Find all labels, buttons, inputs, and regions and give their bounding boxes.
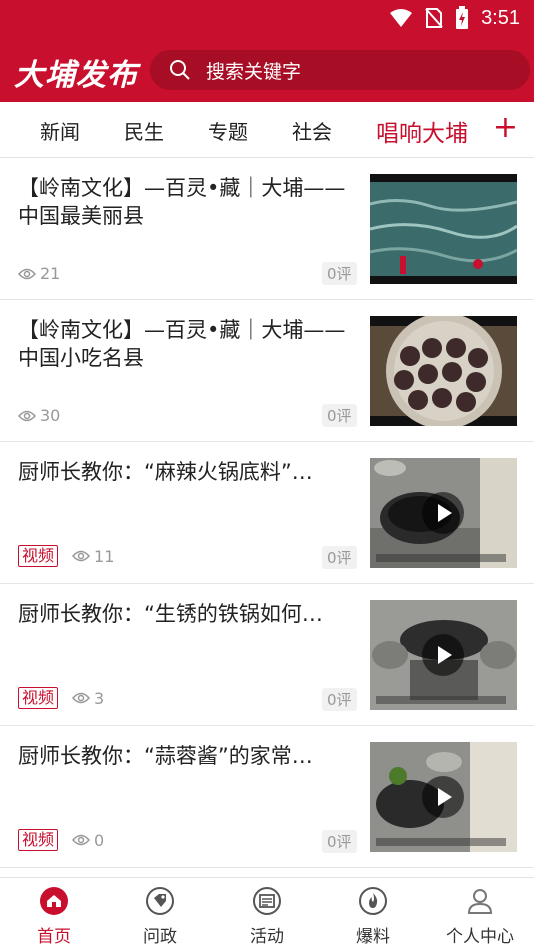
nav-report-label: 爆料 xyxy=(356,927,390,947)
nav-inquiry[interactable]: 问政 xyxy=(120,886,200,947)
article-card[interactable]: 厨师长教你：“麻辣火锅底料”… 视频 11 0评 xyxy=(0,442,534,584)
tab-news[interactable]: 新闻 xyxy=(40,116,80,145)
fire-icon xyxy=(359,887,387,915)
nav-inquiry-label: 问政 xyxy=(143,927,177,947)
search-placeholder: 搜索关键字 xyxy=(206,60,302,83)
comment-count: 0评 xyxy=(322,830,357,853)
tab-society[interactable]: 社会 xyxy=(292,116,332,145)
article-card[interactable]: 【岭南文化】—百灵•藏｜大埔——中国小吃名县 30 0评 xyxy=(0,300,534,442)
tab-topics[interactable]: 专题 xyxy=(208,116,248,145)
search-bar[interactable]: 搜索关键字 xyxy=(150,50,530,90)
play-icon[interactable] xyxy=(422,634,464,676)
article-title: 【岭南文化】—百灵•藏｜大埔——中国最美丽县 xyxy=(18,176,346,228)
article-title: 厨师长教你：“麻辣火锅底料”… xyxy=(18,460,313,484)
status-bar: 3:51 xyxy=(0,0,534,40)
play-icon[interactable] xyxy=(422,776,464,818)
status-icons: 3:51 xyxy=(389,6,520,30)
video-thumbnail[interactable] xyxy=(370,458,517,568)
newspaper-icon xyxy=(253,887,281,915)
article-title: 厨师长教你：“蒜蓉酱”的家常… xyxy=(18,744,313,768)
view-count: 30 xyxy=(40,406,61,425)
user-icon xyxy=(467,889,493,914)
video-badge: 视频 xyxy=(18,545,59,567)
home-icon xyxy=(40,887,68,915)
eye-icon xyxy=(72,692,91,704)
article-card[interactable]: 厨师长教你：“蒜蓉酱”的家常… 视频 0 0评 xyxy=(0,726,534,868)
nav-activity[interactable]: 活动 xyxy=(227,886,307,947)
comment-count: 0评 xyxy=(322,404,357,427)
wifi-icon xyxy=(390,9,413,27)
tag-icon xyxy=(146,887,174,915)
eye-icon xyxy=(18,268,36,279)
article-thumbnail xyxy=(370,316,517,426)
search-icon xyxy=(170,60,190,80)
article-title: 厨师长教你：“生锈的铁锅如何… xyxy=(18,602,323,626)
status-time: 3:51 xyxy=(481,6,520,29)
eye-icon xyxy=(18,410,36,421)
nav-home[interactable]: 首页 xyxy=(14,886,94,947)
nav-home-label: 首页 xyxy=(37,927,71,947)
nav-profile-label: 个人中心 xyxy=(446,927,514,947)
article-meta: 30 xyxy=(18,406,60,425)
play-icon[interactable] xyxy=(422,492,464,534)
article-meta: 视频 11 xyxy=(18,545,114,567)
eye-icon xyxy=(72,834,91,846)
nav-report[interactable]: 爆料 xyxy=(333,886,413,947)
app-header: 大埔发布 搜索关键字 xyxy=(0,40,534,102)
no-sim-icon xyxy=(425,8,443,28)
video-badge: 视频 xyxy=(18,687,59,709)
view-count: 11 xyxy=(94,546,115,566)
view-count: 21 xyxy=(40,264,61,283)
comment-count: 0评 xyxy=(322,546,357,569)
article-meta: 21 xyxy=(18,264,60,283)
app-logo: 大埔发布 xyxy=(14,58,138,93)
view-count: 0 xyxy=(94,830,105,850)
article-title: 【岭南文化】—百灵•藏｜大埔——中国小吃名县 xyxy=(18,318,346,370)
article-card[interactable]: 厨师长教你：“生锈的铁锅如何… 视频 3 0评 xyxy=(0,584,534,726)
article-thumbnail xyxy=(370,174,517,284)
tab-dapu-voice[interactable]: 唱响大埔 xyxy=(376,114,468,148)
tab-livelihood[interactable]: 民生 xyxy=(124,116,164,145)
article-meta: 视频 3 xyxy=(18,687,104,709)
video-thumbnail[interactable] xyxy=(370,742,517,852)
video-thumbnail[interactable] xyxy=(370,600,517,710)
nav-activity-label: 活动 xyxy=(250,927,284,947)
bottom-nav: 首页 问政 活动 爆料 个人中心 xyxy=(0,877,534,951)
eye-icon xyxy=(72,550,91,562)
view-count: 3 xyxy=(94,688,105,708)
article-card[interactable]: 【岭南文化】—百灵•藏｜大埔——中国最美丽县 21 0评 xyxy=(0,158,534,300)
video-badge: 视频 xyxy=(18,829,59,851)
category-tabs: 新闻 民生 专题 社会 唱响大埔 + xyxy=(0,102,534,158)
comment-count: 0评 xyxy=(322,688,357,711)
comment-count: 0评 xyxy=(322,262,357,285)
article-meta: 视频 0 xyxy=(18,829,104,851)
add-tab-button[interactable]: + xyxy=(493,110,518,146)
nav-profile[interactable]: 个人中心 xyxy=(440,886,520,947)
battery-icon xyxy=(456,6,469,29)
